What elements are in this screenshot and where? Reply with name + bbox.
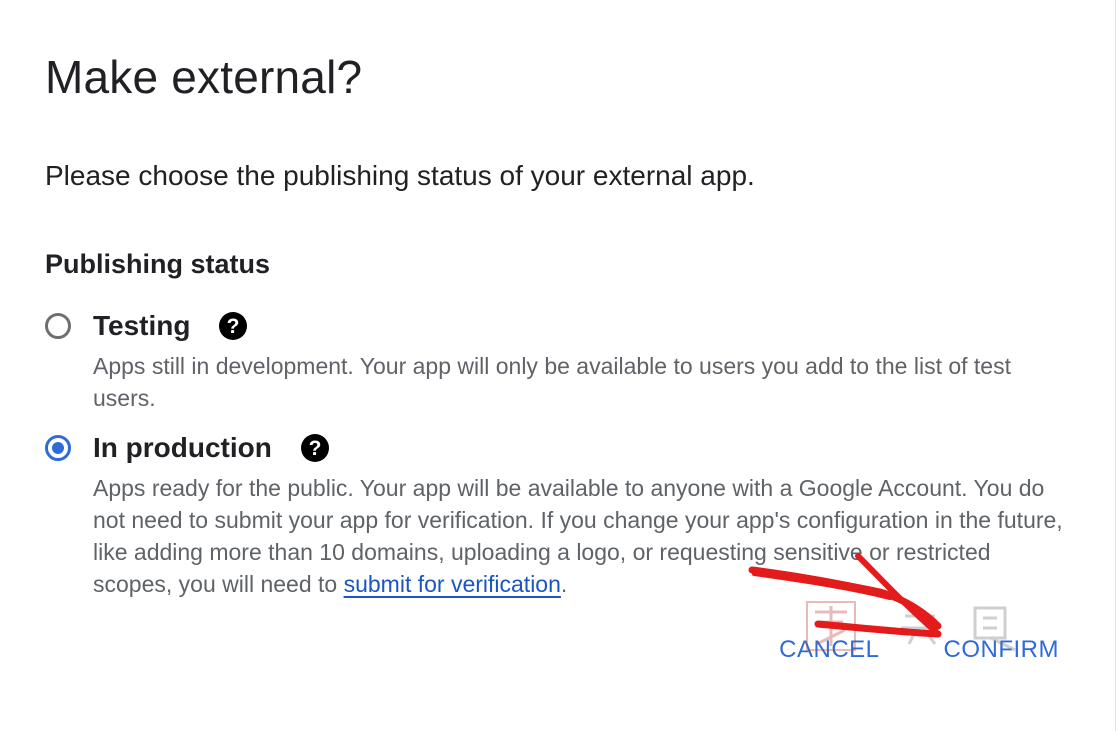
testing-description: Apps still in development. Your app will… — [93, 353, 1011, 411]
in-production-description-text: Apps ready for the public. Your app will… — [93, 475, 1063, 597]
in-production-radio-button[interactable] — [45, 435, 71, 461]
dialog-intro-text: Please choose the publishing status of y… — [45, 160, 755, 191]
cancel-button[interactable]: CANCEL — [779, 636, 879, 664]
help-icon[interactable]: ? — [300, 433, 330, 463]
dialog-actions: CANCEL CONFIRM — [779, 636, 1059, 664]
svg-text:?: ? — [227, 315, 240, 338]
option-testing: Testing ? Apps still in development. You… — [45, 308, 1075, 414]
description-end-punctuation: . — [560, 571, 568, 597]
help-icon[interactable]: ? — [218, 311, 248, 341]
testing-radio-button[interactable] — [45, 313, 71, 339]
confirm-button[interactable]: CONFIRM — [944, 636, 1059, 664]
submit-for-verification-link[interactable]: submit for verification — [344, 571, 561, 597]
option-in-production: In production ? Apps ready for the publi… — [45, 430, 1075, 600]
dialog-title: Make external? — [45, 51, 363, 103]
publishing-status-heading: Publishing status — [45, 249, 271, 279]
in-production-description: Apps ready for the public. Your app will… — [93, 472, 1075, 600]
testing-label[interactable]: Testing — [93, 310, 190, 342]
svg-text:?: ? — [308, 437, 321, 460]
in-production-label[interactable]: In production — [93, 432, 272, 464]
make-external-dialog: Make external? Please choose the publish… — [0, 0, 1116, 731]
